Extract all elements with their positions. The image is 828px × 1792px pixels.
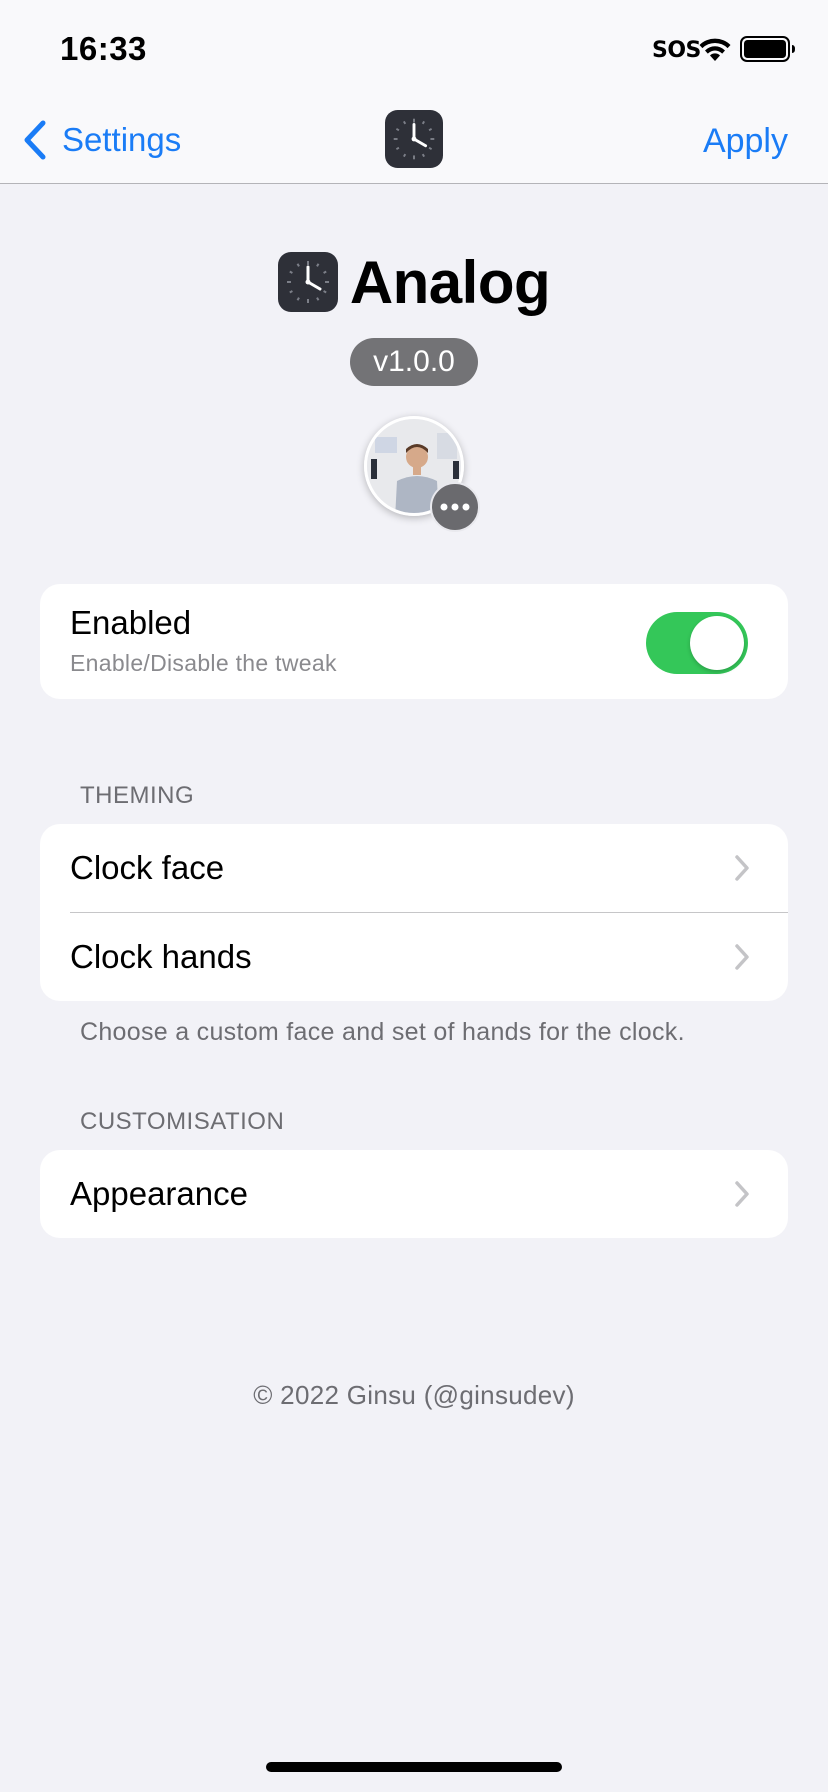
status-carrier: SOS (652, 38, 701, 63)
enabled-cell: Enabled Enable/Disable the tweak (40, 584, 788, 699)
section-header-customisation: CUSTOMISATION (80, 1108, 285, 1135)
row-label: Appearance (70, 1175, 248, 1212)
clock-app-icon (277, 252, 338, 312)
appearance-row[interactable]: Appearance (40, 1150, 788, 1238)
apply-button[interactable]: Apply (703, 122, 788, 161)
clock-hands-row[interactable]: Clock hands (40, 913, 788, 1001)
enabled-subtitle: Enable/Disable the tweak (70, 650, 337, 676)
enabled-toggle[interactable] (646, 612, 748, 674)
chevron-right-icon (735, 855, 749, 881)
status-bar: 16:33 SOS (0, 0, 828, 96)
back-button[interactable]: Settings (22, 116, 181, 164)
row-label: Clock hands (70, 938, 252, 975)
version-badge: v1.0.0 (350, 338, 478, 386)
toggle-knob (690, 616, 744, 670)
navigation-bar: Settings Apply (0, 96, 828, 184)
back-button-label: Settings (62, 121, 182, 158)
status-time: 16:33 (60, 30, 147, 67)
wifi-icon (699, 38, 731, 61)
copyright-text: © 2022 Ginsu (@ginsudev) (253, 1380, 575, 1410)
chevron-left-icon (24, 120, 46, 160)
section-footer-theming: Choose a custom face and set of hands fo… (80, 1018, 685, 1046)
tweak-title: Analog (0, 246, 828, 318)
battery-icon (740, 36, 795, 62)
chevron-right-icon (735, 1181, 749, 1207)
settings-screen: 16:33 SOS Settings Apply Analog v1.0.0 E… (0, 0, 828, 1792)
row-label: Clock face (70, 849, 225, 886)
more-button[interactable] (430, 482, 480, 532)
developer-avatar-container[interactable] (364, 416, 480, 532)
clock-face-row[interactable]: Clock face (40, 824, 788, 912)
tweak-title-text: Analog (349, 248, 551, 316)
enabled-title: Enabled (70, 604, 192, 641)
theming-group: Clock face Clock hands (40, 824, 788, 1001)
more-icon (440, 503, 470, 511)
home-indicator[interactable] (266, 1762, 562, 1772)
customisation-group: Appearance (40, 1150, 788, 1238)
section-header-theming: THEMING (80, 782, 195, 809)
chevron-right-icon (735, 944, 749, 970)
clock-app-icon (385, 110, 443, 168)
